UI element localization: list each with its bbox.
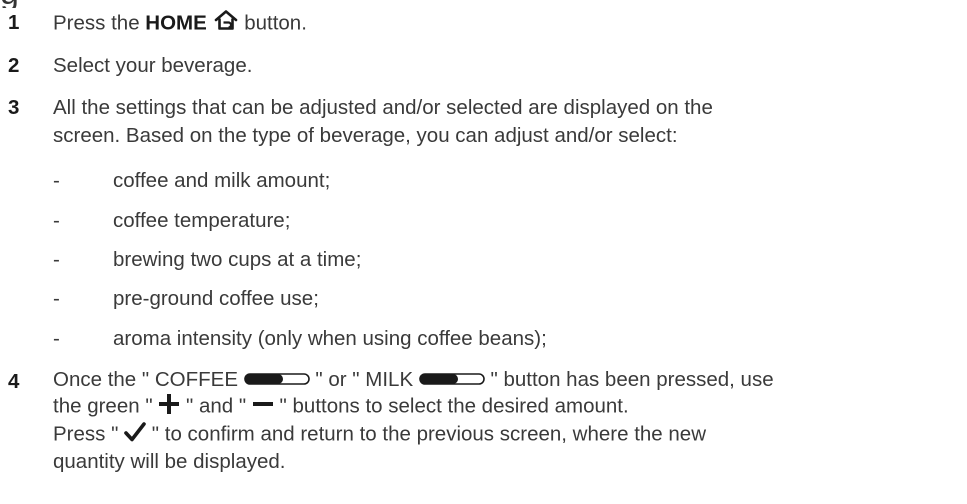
step-text: All the settings that can be adjusted an…: [53, 96, 713, 147]
heading-fragment: g: [0, 0, 120, 8]
minus-icon: [252, 393, 274, 422]
home-icon: [213, 9, 239, 39]
step-number: 2: [8, 54, 20, 77]
step-text: Select your beverage.: [53, 54, 253, 77]
step-number: 3: [8, 96, 20, 119]
plus-icon: [158, 393, 180, 422]
step-number: 4: [8, 370, 20, 393]
slider-icon: [419, 368, 485, 393]
step-text: Once the " COFFEE " or " MILK " button h…: [53, 368, 774, 473]
slider-icon: [243, 368, 310, 393]
step-text: Press the HOME button.: [53, 9, 958, 39]
step-number: 1: [8, 11, 20, 34]
check-icon: [124, 421, 146, 450]
